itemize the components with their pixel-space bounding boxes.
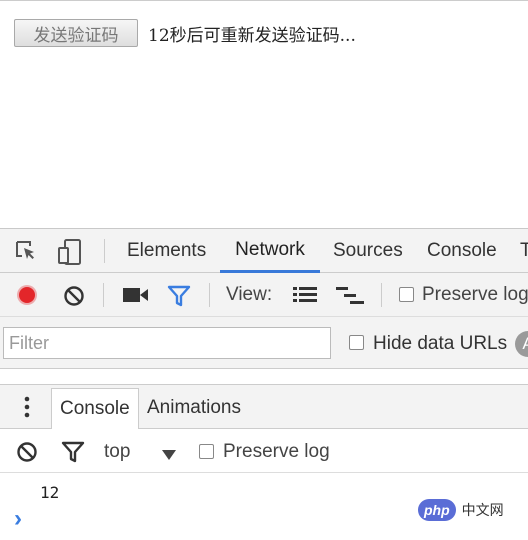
device-toolbar-icon[interactable]: [56, 238, 86, 271]
waterfall-view-icon[interactable]: [336, 286, 364, 311]
tab-console[interactable]: Console: [427, 229, 497, 273]
console-log-line: 12: [40, 483, 60, 502]
devtools-tab-bar: Elements Network Sources Console T: [0, 229, 528, 273]
context-selector[interactable]: top: [104, 441, 130, 463]
filter-all-chip[interactable]: A: [515, 331, 528, 357]
console-preserve-log-checkbox[interactable]: [199, 444, 214, 459]
network-requests-area: [0, 369, 528, 385]
large-rows-view-icon[interactable]: [293, 286, 317, 309]
tab-network[interactable]: Network: [220, 229, 320, 273]
filter-input[interactable]: [3, 327, 331, 359]
toolbar-divider: [104, 239, 105, 263]
toolbar-divider: [103, 283, 104, 307]
toolbar-divider: [209, 283, 210, 307]
drawer-tab-animations[interactable]: Animations: [139, 388, 249, 429]
network-preserve-log-label: Preserve log: [422, 284, 528, 305]
filter-icon[interactable]: [167, 285, 191, 312]
tab-elements[interactable]: Elements: [127, 229, 206, 273]
more-options-icon[interactable]: [23, 395, 31, 424]
context-dropdown-arrow-icon[interactable]: [162, 447, 176, 465]
inspect-element-icon[interactable]: [14, 239, 38, 268]
hide-data-urls-label: Hide data URLs: [373, 333, 508, 354]
tab-overflow[interactable]: T: [520, 229, 528, 273]
console-clear-icon[interactable]: [16, 441, 38, 468]
site-watermark: php 中文网: [418, 497, 504, 523]
console-filter-icon[interactable]: [61, 441, 85, 468]
drawer-tab-bar: Console Animations: [0, 385, 528, 429]
send-code-button[interactable]: 发送验证码: [14, 19, 138, 47]
devtools-panel: Elements Network Sources Console T View:…: [0, 228, 528, 540]
record-icon[interactable]: [15, 283, 39, 312]
network-toolbar: View: Preserve log: [0, 273, 528, 317]
toolbar-divider: [381, 283, 382, 307]
console-preserve-log-label: Preserve log: [223, 441, 330, 462]
watermark-logo: php: [418, 499, 456, 521]
network-filter-bar: Hide data URLs A: [0, 317, 528, 369]
tab-sources[interactable]: Sources: [333, 229, 403, 273]
page-content: 发送验证码 12秒后可重新发送验证码...: [0, 0, 528, 228]
clear-icon[interactable]: [63, 285, 85, 312]
hide-data-urls-checkbox[interactable]: [349, 335, 364, 350]
console-prompt-icon[interactable]: ›: [14, 507, 22, 531]
screenshot-camera-icon[interactable]: [123, 287, 149, 308]
countdown-text: 12秒后可重新发送验证码...: [148, 26, 356, 46]
drawer-tab-console[interactable]: Console: [51, 388, 139, 429]
watermark-text: 中文网: [461, 502, 504, 518]
view-label: View:: [226, 284, 273, 305]
network-preserve-log-checkbox[interactable]: [399, 287, 414, 302]
console-toolbar: top Preserve log: [0, 429, 528, 473]
